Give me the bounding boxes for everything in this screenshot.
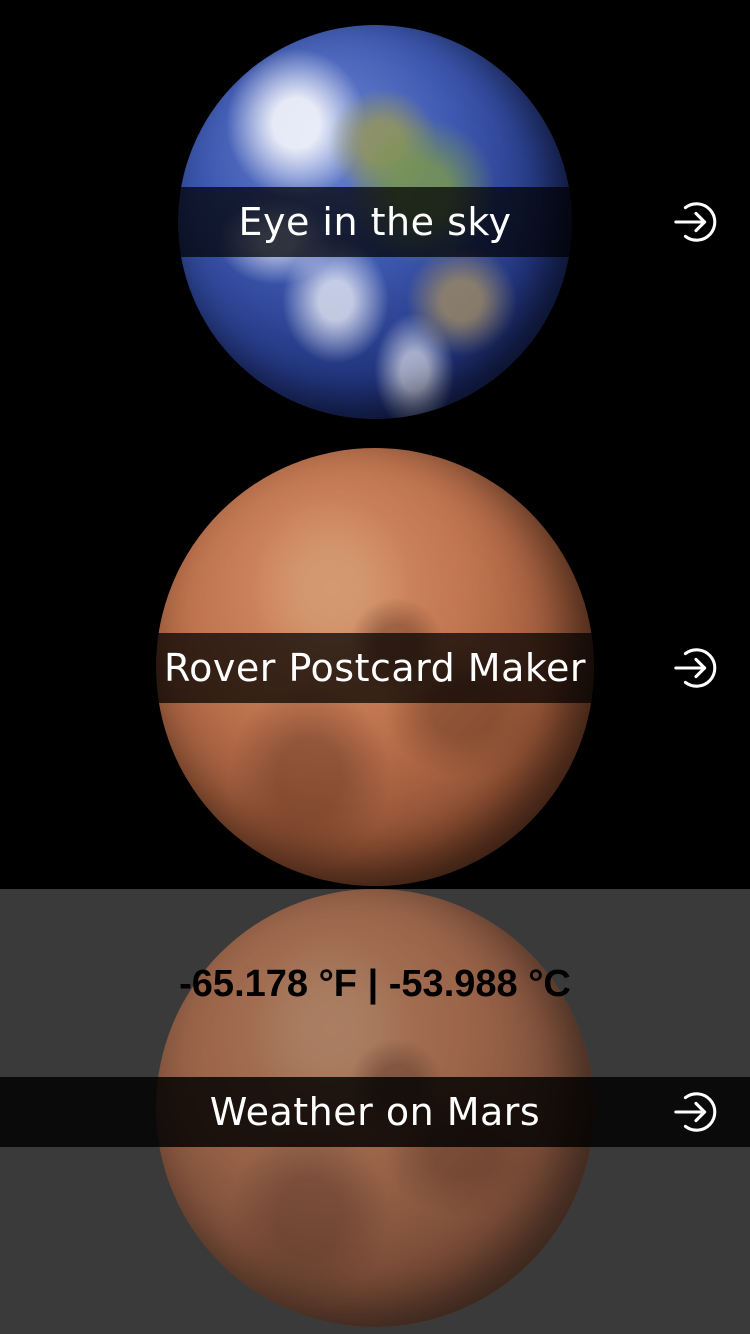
eye-in-the-sky-label: Eye in the sky — [238, 200, 512, 244]
app-screen: Eye in the sky Rover Postcard Maker -65.… — [0, 0, 750, 1334]
temperature-fahrenheit: -65.178 °F — [179, 963, 357, 1005]
arrow-into-circle-icon[interactable] — [672, 645, 718, 691]
weather-on-mars-band: Weather on Mars — [0, 1077, 750, 1147]
rover-postcard-maker-label: Rover Postcard Maker — [163, 646, 587, 690]
arrow-into-circle-icon[interactable] — [672, 199, 718, 245]
eye-in-the-sky-tile[interactable]: Eye in the sky — [0, 0, 750, 445]
rover-postcard-maker-tile[interactable]: Rover Postcard Maker — [0, 445, 750, 890]
arrow-into-circle-icon[interactable] — [672, 1089, 718, 1135]
temperature-celsius: -53.988 °C — [388, 963, 571, 1005]
rover-postcard-maker-band: Rover Postcard Maker — [0, 633, 750, 703]
temperature-separator: | — [367, 963, 379, 1005]
eye-in-the-sky-band: Eye in the sky — [0, 187, 750, 257]
weather-on-mars-label: Weather on Mars — [209, 1090, 541, 1134]
mars-temperature-readout: -65.178 °F | -53.988 °C — [0, 963, 750, 1006]
weather-on-mars-tile[interactable]: -65.178 °F | -53.988 °C Weather on Mars — [0, 889, 750, 1334]
